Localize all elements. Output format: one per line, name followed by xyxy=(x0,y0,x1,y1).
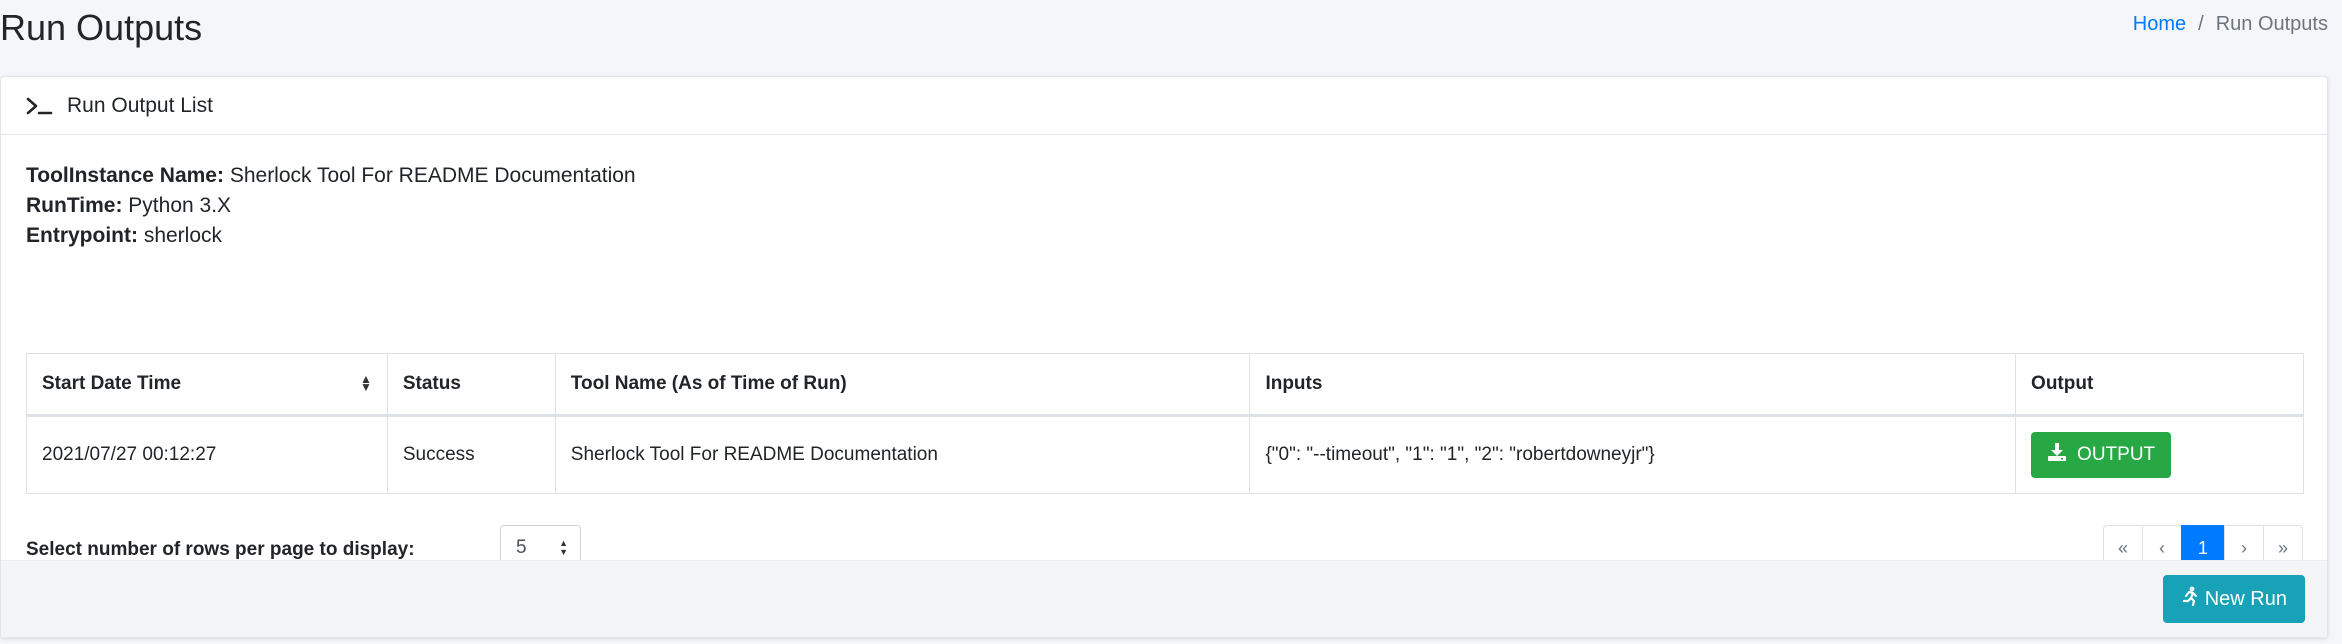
meta-toolinstance: ToolInstance Name: Sherlock Tool For REA… xyxy=(26,161,636,191)
download-icon xyxy=(2047,442,2067,468)
card-footer: New Run xyxy=(1,560,2327,637)
meta-toolinstance-value: Sherlock Tool For README Documentation xyxy=(229,164,636,187)
meta-entrypoint: Entrypoint: sherlock xyxy=(26,221,636,251)
table-row: 2021/07/27 00:12:27 Success Sherlock Too… xyxy=(26,415,2304,494)
breadcrumb-home-link[interactable]: Home xyxy=(2133,10,2186,38)
column-header-label: Start Date Time xyxy=(42,373,182,394)
meta-runtime-label: RunTime: xyxy=(26,194,123,217)
cell-inputs: {"0": "--timeout", "1": "1", "2": "rober… xyxy=(1249,415,2017,494)
cell-tool-name: Sherlock Tool For README Documentation xyxy=(554,415,1251,494)
column-header-output: Output xyxy=(2015,353,2304,417)
breadcrumb: Home / Run Outputs xyxy=(2133,10,2328,38)
run-output-card: Run Output List ToolInstance Name: Sherl… xyxy=(0,76,2328,638)
cell-status: Success xyxy=(386,415,556,494)
card-title: Run Output List xyxy=(67,93,213,117)
cell-output: OUTPUT xyxy=(2015,415,2304,494)
sort-icon[interactable]: ▲ ▼ xyxy=(360,373,372,393)
meta-runtime-value: Python 3.X xyxy=(128,194,232,217)
cell-start-date-time: 2021/07/27 00:12:27 xyxy=(26,415,388,494)
run-outputs-table: Start Date Time ▲ ▼ Status Tool Name (As … xyxy=(26,353,2304,494)
column-header-start-date-time[interactable]: Start Date Time ▲ ▼ xyxy=(26,353,388,417)
meta-runtime: RunTime: Python 3.X xyxy=(26,191,636,221)
card-body: ToolInstance Name: Sherlock Tool For REA… xyxy=(1,135,2327,571)
running-person-icon xyxy=(2181,586,2199,612)
terminal-icon xyxy=(25,95,55,117)
meta-entrypoint-value: sherlock xyxy=(143,224,223,247)
new-run-button[interactable]: New Run xyxy=(2162,575,2305,623)
meta-toolinstance-label: ToolInstance Name: xyxy=(26,164,224,187)
output-button-label: OUTPUT xyxy=(2077,444,2156,465)
column-header-tool-name: Tool Name (As of Time of Run) xyxy=(554,353,1251,417)
output-download-button[interactable]: OUTPUT xyxy=(2031,432,2172,478)
new-run-label: New Run xyxy=(2204,587,2287,610)
breadcrumb-separator: / xyxy=(2198,13,2204,35)
tool-instance-meta: ToolInstance Name: Sherlock Tool For REA… xyxy=(26,161,636,251)
column-header-status: Status xyxy=(386,353,556,417)
table-header-row: Start Date Time ▲ ▼ Status Tool Name (As … xyxy=(26,353,2304,417)
column-header-inputs: Inputs xyxy=(1249,353,2017,417)
card-header: Run Output List xyxy=(1,77,2327,135)
select-caret-icon: ▲ ▼ xyxy=(559,538,568,557)
meta-entrypoint-label: Entrypoint: xyxy=(26,224,138,247)
breadcrumb-current: Run Outputs xyxy=(2215,13,2328,35)
rows-per-page-value: 5 xyxy=(516,537,527,558)
page-title: Run Outputs xyxy=(0,7,203,48)
